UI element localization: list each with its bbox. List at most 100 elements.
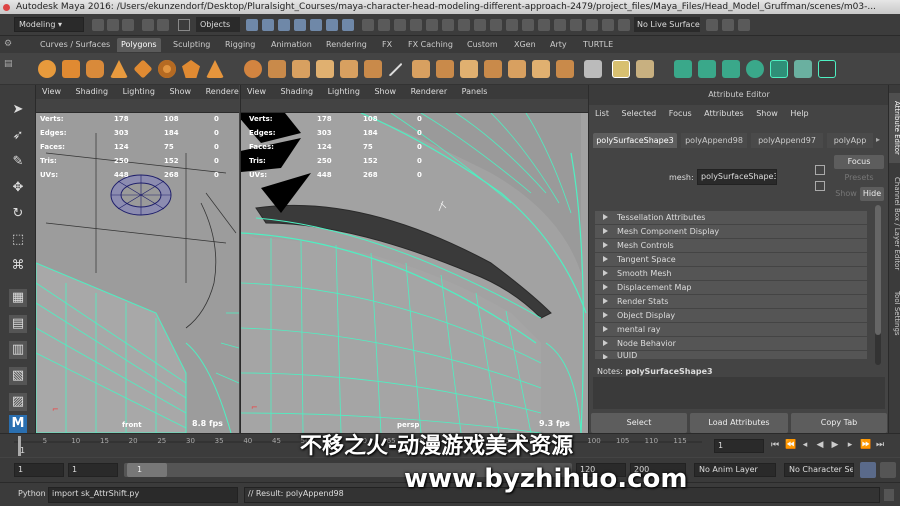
bridge-icon[interactable] — [364, 60, 382, 78]
ae-section-uuid[interactable]: UUID — [595, 351, 867, 359]
selection-mask-dropdown[interactable]: Objects — [196, 17, 240, 32]
shelf-tab-rigging[interactable]: Rigging — [221, 38, 259, 52]
new-scene-icon[interactable] — [92, 19, 104, 31]
mode-dropdown[interactable]: Modeling ▾ — [14, 17, 84, 32]
ae-focus-button[interactable]: Focus — [834, 155, 884, 169]
ae-menu-attributes[interactable]: Attributes — [704, 109, 744, 118]
shelf-tab-arty[interactable]: Arty — [546, 38, 571, 52]
select-hierarchy-icon[interactable] — [178, 19, 190, 31]
ae-hide-button[interactable]: Hide — [860, 187, 884, 201]
render-view-icon[interactable] — [490, 19, 502, 31]
select-tool-icon[interactable]: ➤ — [9, 101, 27, 119]
soft-select-icon[interactable] — [722, 19, 734, 31]
shelf-tab-curves[interactable]: Curves / Surfaces — [36, 38, 114, 52]
front-menu-show[interactable]: Show — [169, 87, 191, 96]
close-window-icon[interactable] — [3, 4, 10, 11]
live-surface-field[interactable]: No Live Surface — [634, 17, 700, 32]
front-menu-view[interactable]: View — [42, 87, 61, 96]
redo-icon[interactable] — [157, 19, 169, 31]
uv-checker-icon[interactable] — [794, 60, 812, 78]
input-ops-icon[interactable] — [442, 19, 454, 31]
anim-prefs-icon[interactable] — [880, 462, 896, 478]
current-frame-field[interactable]: 1 — [714, 439, 764, 453]
uv-editor-icon[interactable] — [770, 60, 788, 78]
poly-torus-icon[interactable] — [158, 60, 176, 78]
poly-cone-icon[interactable] — [110, 60, 128, 78]
last-tool-icon[interactable]: ⌘ — [9, 257, 27, 275]
side-tab-attribute-editor[interactable]: Attribute Editor — [889, 93, 900, 163]
ae-tab-polyappend98[interactable]: polyAppend98 — [681, 133, 747, 148]
mask-icon-7[interactable] — [342, 19, 354, 31]
step-back-key-icon[interactable]: ⏪ — [785, 439, 796, 451]
shelf-tab-fx[interactable]: FX — [378, 38, 396, 52]
combine-icon[interactable] — [244, 60, 262, 78]
snap-grid-icon[interactable] — [362, 19, 374, 31]
uv-auto-icon[interactable] — [746, 60, 764, 78]
two-view-layout-icon[interactable]: ▥ — [9, 341, 27, 359]
lasso-tool-icon[interactable]: ➶ — [9, 127, 27, 145]
mask-icon-6[interactable] — [326, 19, 338, 31]
shelf-tab-rendering[interactable]: Rendering — [322, 38, 371, 52]
ae-scrollbar-thumb[interactable] — [875, 205, 881, 335]
outliner-layout-icon[interactable]: ▨ — [9, 393, 27, 411]
step-forward-frame-icon[interactable]: ▸ — [845, 439, 855, 451]
ae-load-attributes-button[interactable]: Load Attributes — [690, 413, 788, 433]
uv-planar-icon[interactable] — [674, 60, 692, 78]
snap-point-icon[interactable] — [394, 19, 406, 31]
anim-layer-dropdown[interactable]: No Anim Layer — [694, 463, 776, 477]
shelf-tab-turtle[interactable]: TURTLE — [579, 38, 617, 52]
side-tab-channel-box[interactable]: Channel Box / Layer Editor — [889, 169, 900, 279]
quad-draw-icon[interactable] — [612, 60, 630, 78]
target-weld-icon[interactable] — [508, 60, 526, 78]
ae-select-button[interactable]: Select — [591, 413, 687, 433]
boolean-icon[interactable] — [316, 60, 334, 78]
anim-start-field[interactable]: 1 — [14, 463, 64, 477]
go-to-end-icon[interactable]: ⏭ — [875, 439, 885, 451]
ae-tab-polysurfaceshape3[interactable]: polySurfaceShape3 — [593, 133, 677, 148]
history-icon[interactable] — [474, 19, 486, 31]
uv-spherical-icon[interactable] — [722, 60, 740, 78]
ae-section-mental-ray[interactable]: mental ray — [595, 323, 867, 336]
persp-menu-lighting[interactable]: Lighting — [328, 87, 360, 96]
ae-menu-focus[interactable]: Focus — [669, 109, 692, 118]
rotate-tool-icon[interactable]: ↻ — [9, 205, 27, 223]
auto-key-icon[interactable] — [860, 462, 876, 478]
poly-pyramid-icon[interactable] — [206, 60, 224, 78]
snap-view-icon[interactable] — [426, 19, 438, 31]
open-scene-icon[interactable] — [107, 19, 119, 31]
smooth-icon[interactable] — [292, 60, 310, 78]
shelf-tab-custom[interactable]: Custom — [463, 38, 502, 52]
persp-outliner-layout-icon[interactable]: ▧ — [9, 367, 27, 385]
ae-menu-list[interactable]: List — [595, 109, 609, 118]
render-setup-icon[interactable] — [570, 19, 582, 31]
ae-menu-selected[interactable]: Selected — [622, 109, 657, 118]
scale-tool-icon[interactable]: ⬚ — [9, 231, 27, 249]
viewport-front[interactable]: View Shading Lighting Show Renderer Vert… — [36, 85, 239, 433]
ae-menu-show[interactable]: Show — [756, 109, 778, 118]
shelf-tab-polygons[interactable]: Polygons — [117, 38, 161, 52]
mask-icon-3[interactable] — [278, 19, 290, 31]
mask-icon-2[interactable] — [262, 19, 274, 31]
ae-menu-help[interactable]: Help — [790, 109, 808, 118]
ae-section-node-behavior[interactable]: Node Behavior — [595, 337, 867, 350]
ae-section-mesh-controls[interactable]: Mesh Controls — [595, 239, 867, 252]
step-forward-key-icon[interactable]: ⏩ — [860, 439, 871, 451]
ae-notes-textarea[interactable] — [593, 377, 885, 409]
mirror-icon[interactable] — [584, 60, 602, 78]
go-to-start-icon[interactable]: ⏮ — [770, 439, 780, 451]
ipr-render-icon[interactable] — [522, 19, 534, 31]
ae-show-button[interactable]: Show — [834, 187, 858, 201]
render-frame-icon[interactable] — [506, 19, 518, 31]
front-menu-renderer[interactable]: Renderer — [206, 87, 239, 96]
extrude-icon[interactable] — [340, 60, 358, 78]
ae-section-smooth-mesh[interactable]: Smooth Mesh — [595, 267, 867, 280]
ae-tab-polyappend97[interactable]: polyAppend97 — [751, 133, 823, 148]
step-back-frame-icon[interactable]: ◂ — [800, 439, 810, 451]
ae-input-conn-icon[interactable] — [815, 165, 825, 175]
bevel-icon[interactable] — [412, 60, 430, 78]
snap-curve-icon[interactable] — [378, 19, 390, 31]
shelf-tab-animation[interactable]: Animation — [267, 38, 316, 52]
hypershade-icon[interactable] — [554, 19, 566, 31]
play-backwards-icon[interactable]: ◀ — [815, 439, 825, 451]
ae-presets-button[interactable]: Presets — [834, 171, 884, 185]
